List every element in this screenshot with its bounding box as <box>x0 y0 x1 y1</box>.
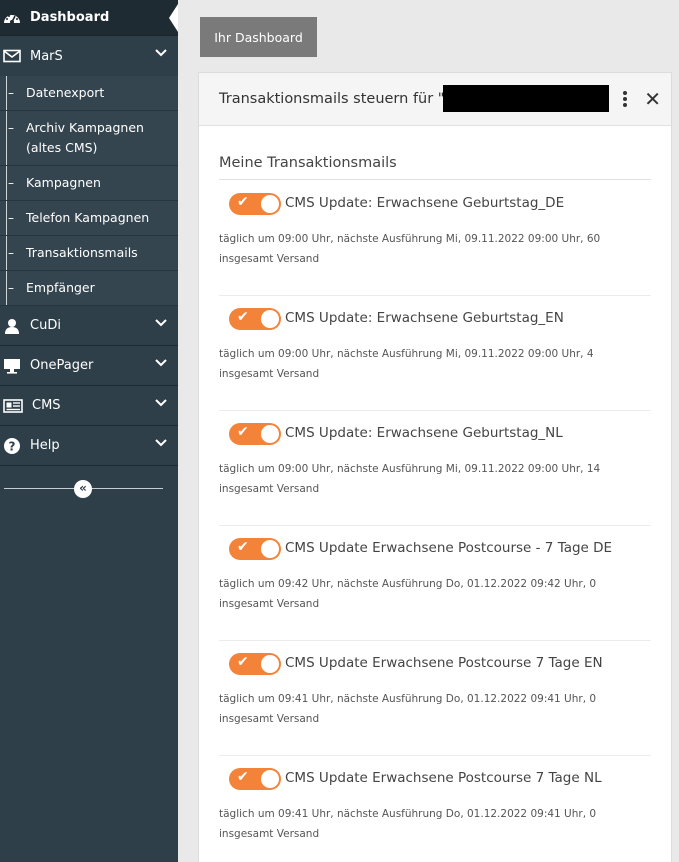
sidebar-item-help[interactable]: ? Help <box>0 426 178 466</box>
item-name: CMS Update Erwachsene Postcourse 7 Tage … <box>285 655 603 671</box>
sidebar-item-label: CuDi <box>30 318 61 333</box>
dashboard-tab-button[interactable]: Ihr Dashboard <box>200 17 317 57</box>
item-schedule: täglich um 09:42 Uhr, nächste Ausführung… <box>219 578 597 610</box>
check-icon: ✔ <box>237 539 249 555</box>
item-name: CMS Update: Erwachsene Geburtstag_EN <box>285 310 564 326</box>
item-name: CMS Update: Erwachsene Geburtstag_DE <box>285 195 565 211</box>
mars-submenu: – Datenexport – Archiv Kampagnen (altes CM… <box>0 76 178 306</box>
user-icon <box>5 318 19 334</box>
item-schedule: täglich um 09:00 Uhr, nächste Ausführung… <box>219 348 594 380</box>
sidebar-item-cms[interactable]: CMS <box>0 386 178 426</box>
submenu-item-archiv-kampagnen[interactable]: – Archiv Kampagnen (altes CMS) <box>0 111 178 166</box>
enable-toggle[interactable]: ✔ <box>229 653 281 675</box>
dashboard-icon <box>4 14 20 24</box>
item-schedule: täglich um 09:41 Uhr, nächste Ausführung… <box>219 693 597 725</box>
enable-toggle[interactable]: ✔ <box>229 308 281 330</box>
list-item: ✔ CMS Update: Erwachsene Geburtstag_DE t… <box>219 181 651 296</box>
check-icon: ✔ <box>237 769 249 785</box>
sidebar-item-dashboard[interactable]: Dashboard <box>0 0 178 36</box>
sidebar-item-cudi[interactable]: CuDi <box>0 306 178 346</box>
envelope-icon <box>3 49 21 63</box>
enable-toggle[interactable]: ✔ <box>229 768 281 790</box>
section-title: Meine Transaktionsmails <box>219 155 397 171</box>
enable-toggle[interactable]: ✔ <box>229 193 281 215</box>
enable-toggle[interactable]: ✔ <box>229 423 281 445</box>
sidebar-item-mars[interactable]: MarS <box>0 36 178 76</box>
list-item: ✔ CMS Update: Erwachsene Geburtstag_NL t… <box>219 411 651 526</box>
panel-header: Transaktionsmails steuern für "h ✕ <box>199 73 671 126</box>
item-name: CMS Update Erwachsene Postcourse - 7 Tag… <box>285 540 613 556</box>
submenu-item-label: Kampagnen <box>26 175 101 190</box>
list-item: ✔ CMS Update Erwachsene Postcourse - 7 T… <box>219 526 651 641</box>
more-options-icon[interactable] <box>623 91 627 109</box>
list-item: ✔ CMS Update Erwachsene Postcourse 7 Tag… <box>219 641 651 756</box>
sidebar-item-onepager[interactable]: OnePager <box>0 346 178 386</box>
close-icon[interactable]: ✕ <box>644 87 661 111</box>
sidebar-item-label: OnePager <box>30 358 94 373</box>
chevron-down-icon[interactable] <box>155 359 167 367</box>
monitor-icon <box>4 358 20 374</box>
submenu-item-empfaenger[interactable]: – Empfänger <box>0 271 178 306</box>
sidebar-item-label: CMS <box>32 398 61 413</box>
sidebar-item-label: MarS <box>30 48 63 64</box>
chevron-down-icon[interactable] <box>155 439 167 447</box>
transaktionsmails-panel: Transaktionsmails steuern für "h ✕ Meine… <box>198 72 672 862</box>
chevron-down-icon[interactable] <box>155 319 167 327</box>
collapse-sidebar-button[interactable]: « <box>74 480 92 498</box>
item-schedule: täglich um 09:00 Uhr, nächste Ausführung… <box>219 233 601 265</box>
check-icon: ✔ <box>237 424 249 440</box>
submenu-item-label: Datenexport <box>26 85 105 100</box>
sidebar-item-label: Dashboard <box>30 10 110 25</box>
newspaper-icon <box>3 398 23 413</box>
list-item: ✔ CMS Update Erwachsene Postcourse 7 Tag… <box>219 756 651 862</box>
help-circle-icon: ? <box>4 437 20 454</box>
submenu-item-kampagnen[interactable]: – Kampagnen <box>0 166 178 201</box>
sidebar-item-label: Help <box>30 438 60 453</box>
submenu-item-label: Empfänger <box>26 280 95 295</box>
sidebar: Dashboard MarS – Datenexport – Archiv Kamp… <box>0 0 178 862</box>
check-icon: ✔ <box>237 309 249 325</box>
submenu-item-transaktionsmails[interactable]: – Transaktionsmails <box>0 236 178 271</box>
check-icon: ✔ <box>237 194 249 210</box>
chevron-down-icon[interactable] <box>155 49 167 57</box>
item-name: CMS Update: Erwachsene Geburtstag_NL <box>285 425 563 441</box>
submenu-item-label: Archiv Kampagnen (altes CMS) <box>26 120 144 155</box>
submenu-item-label: Transaktionsmails <box>26 245 138 260</box>
redacted-block <box>443 85 609 112</box>
submenu-item-label: Telefon Kampagnen <box>26 210 150 225</box>
list-item: ✔ CMS Update: Erwachsene Geburtstag_EN t… <box>219 296 651 411</box>
svg-text:?: ? <box>9 439 16 453</box>
panel-title: Transaktionsmails steuern für "h <box>219 91 454 107</box>
item-name: CMS Update Erwachsene Postcourse 7 Tage … <box>285 770 602 786</box>
section-divider <box>219 179 651 180</box>
check-icon: ✔ <box>237 654 249 670</box>
chevron-down-icon[interactable] <box>155 399 167 407</box>
submenu-item-datenexport[interactable]: – Datenexport <box>0 76 178 111</box>
enable-toggle[interactable]: ✔ <box>229 538 281 560</box>
submenu-item-telefon-kampagnen[interactable]: – Telefon Kampagnen <box>0 201 178 236</box>
item-schedule: täglich um 09:41 Uhr, nächste Ausführung… <box>219 808 597 840</box>
item-schedule: täglich um 09:00 Uhr, nächste Ausführung… <box>219 463 601 495</box>
